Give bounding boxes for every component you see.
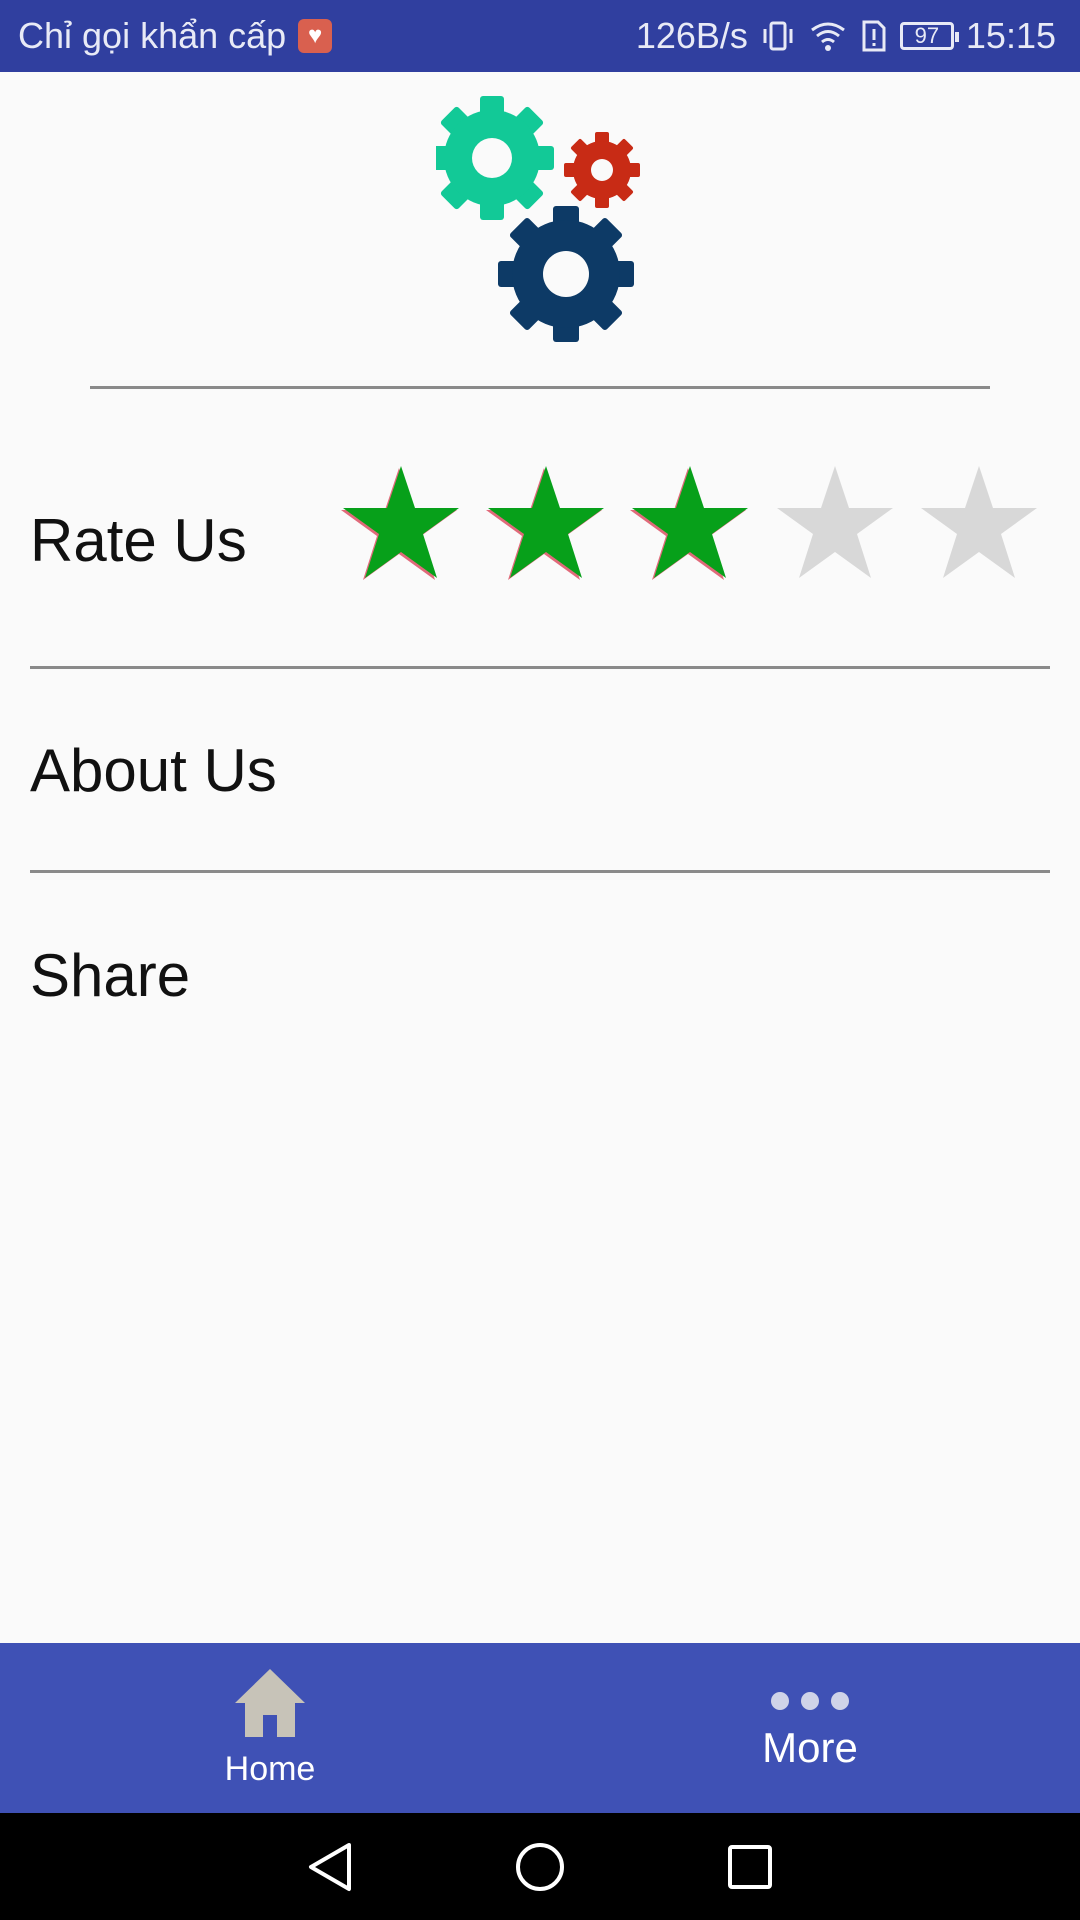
clock: 15:15 [965,15,1056,56]
status-left: Chỉ gọi khẩn cấp ♥ [18,15,333,57]
status-bar: Chỉ gọi khẩn cấp ♥ 126B/s 97 15:15 [0,0,1080,72]
nav-more[interactable]: More [540,1643,1080,1813]
bottom-navigation: Home More [0,1643,1080,1813]
about-us-row[interactable]: About Us [30,690,1050,850]
navy-gear-icon [498,206,634,342]
system-navigation-bar [0,1813,1080,1920]
share-row[interactable]: Share [30,895,1050,1055]
battery-icon: 97 [899,22,959,50]
star-empty-icon[interactable] [918,462,1040,584]
star-empty-icon[interactable] [774,462,896,584]
emergency-heart-icon: ♥ [298,19,333,53]
red-gear-icon [564,132,640,208]
emergency-calls-text: Chỉ gọi khẩn cấp [18,15,287,56]
home-circle-icon[interactable] [510,1837,570,1897]
more-dots-icon [771,1692,849,1710]
share-label: Share [30,941,191,1009]
nav-home[interactable]: Home [0,1643,540,1813]
divider [30,870,1050,873]
about-us-label: About Us [30,736,277,804]
logo-divider [90,386,990,389]
home-icon [233,1667,307,1744]
recents-icon[interactable] [720,1837,780,1897]
network-speed: 126B/s [635,15,748,56]
star-filled-icon[interactable] [485,462,607,584]
rate-us-label: Rate Us [30,506,247,574]
nav-home-label: Home [224,1750,316,1788]
star-filled-icon[interactable] [629,462,751,584]
divider [30,666,1050,669]
vibrate-icon [760,18,796,54]
gears-logo [430,96,646,346]
back-icon[interactable] [300,1837,360,1897]
nav-more-label: More [762,1724,858,1771]
sim-alert-icon [860,18,888,54]
wifi-icon [808,18,848,54]
status-right: 126B/s 97 15:15 [636,15,1056,57]
rating-stars[interactable] [340,458,1040,588]
teal-gear-icon [430,96,554,220]
star-filled-icon[interactable] [340,462,462,584]
battery-level: 97 [914,23,940,48]
